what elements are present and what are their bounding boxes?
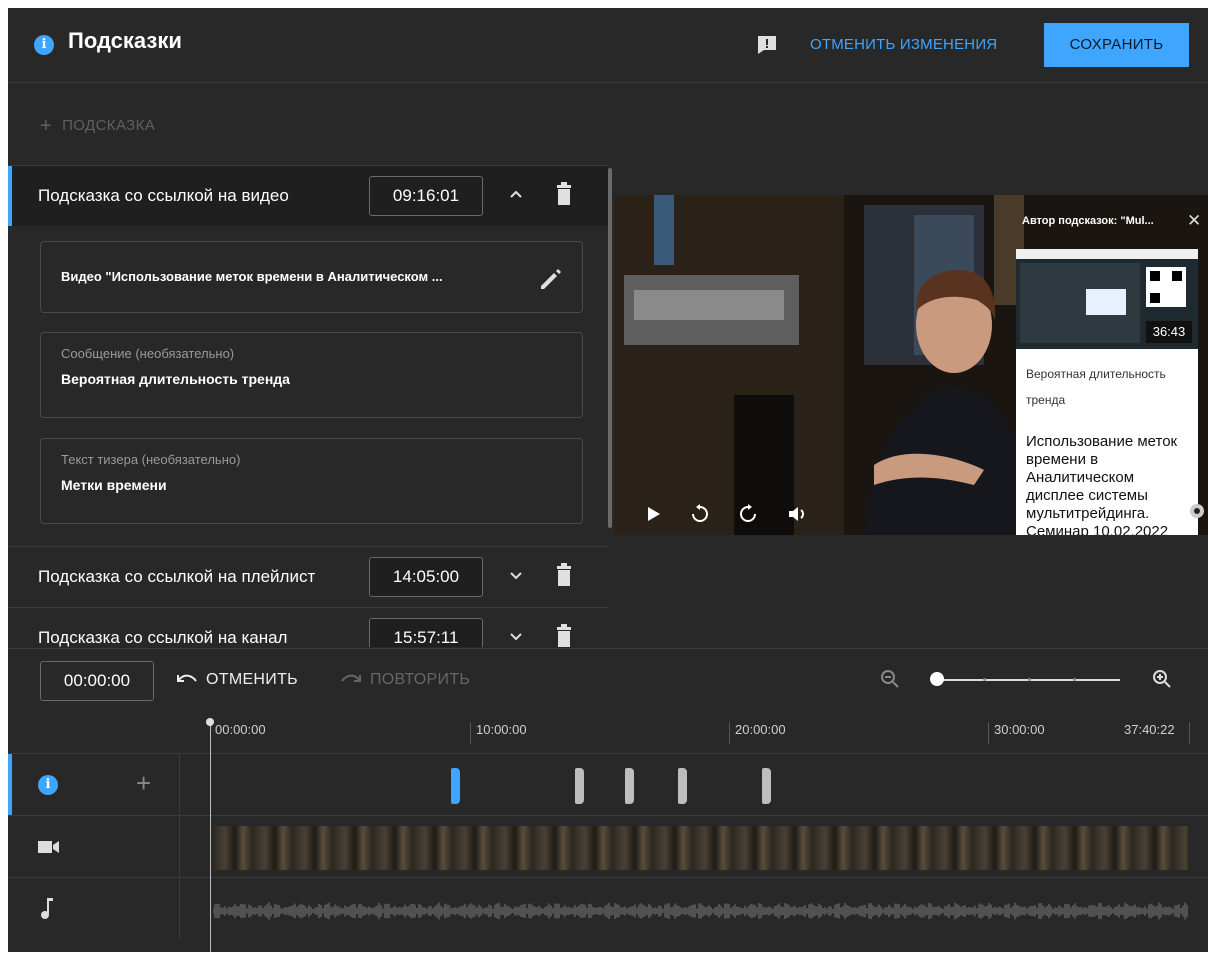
video-preview-panel: Автор подсказок: "Mul... ✕ 36:43 Вероятн… xyxy=(614,83,1208,647)
cards-list-panel: + ПОДСКАЗКА Подсказка со ссылкой на видео… xyxy=(8,83,613,647)
save-button[interactable]: СОХРАНИТЬ xyxy=(1044,23,1189,67)
video-track-label xyxy=(8,816,180,878)
card-marker[interactable] xyxy=(625,768,634,804)
timeline-toolbar: 00:00:00 ОТМЕНИТЬ ПОВТОРИТЬ xyxy=(8,648,1208,709)
add-card-label: ПОДСКАЗКА xyxy=(62,117,156,134)
chevron-down-icon[interactable] xyxy=(506,565,526,585)
teaser-field[interactable]: Текст тизера (необязательно) Метки време… xyxy=(40,438,583,524)
add-card-button[interactable]: + ПОДСКАЗКА xyxy=(40,115,155,138)
card-teaser-overlay[interactable]: Автор подсказок: "Mul... ✕ 36:43 Вероятн… xyxy=(1014,195,1208,535)
message-value: Вероятная длительность тренда xyxy=(61,371,290,387)
cards-track: i + xyxy=(8,753,1208,816)
card-title: Подсказка со ссылкой на плейлист xyxy=(38,567,316,586)
card-time-input[interactable]: 14:05:00 xyxy=(369,557,483,597)
tick-label: 10:00:00 xyxy=(476,722,527,737)
current-time-input[interactable]: 00:00:00 xyxy=(40,661,154,701)
card-marker[interactable] xyxy=(678,768,687,804)
trash-icon[interactable] xyxy=(556,563,572,587)
pencil-icon[interactable] xyxy=(538,266,564,292)
tick-label: 20:00:00 xyxy=(735,722,786,737)
undo-label: ОТМЕНИТЬ xyxy=(206,671,298,688)
add-card-plus-icon[interactable]: + xyxy=(136,768,151,799)
card-marker[interactable] xyxy=(762,768,771,804)
tick-line xyxy=(988,722,989,744)
card-video-header[interactable]: Подсказка со ссылкой на видео 09:16:01 xyxy=(8,165,608,226)
zoom-out-icon[interactable] xyxy=(880,669,900,689)
card-time-input[interactable]: 15:57:11 xyxy=(369,618,483,647)
volume-icon[interactable] xyxy=(786,503,808,525)
page-title: Подсказки xyxy=(68,28,182,53)
undo-button[interactable]: ОТМЕНИТЬ xyxy=(176,671,298,689)
audio-waveform[interactable] xyxy=(213,896,1188,926)
undo-icon xyxy=(177,674,197,682)
message-field[interactable]: Сообщение (необязательно) Вероятная длит… xyxy=(40,332,583,418)
cards-track-label: i + xyxy=(8,754,180,816)
tick-label: 37:40:22 xyxy=(1124,722,1175,737)
teaser-label: Текст тизера (необязательно) xyxy=(61,452,241,467)
message-label: Сообщение (необязательно) xyxy=(61,346,235,361)
chevron-down-icon[interactable] xyxy=(506,626,526,646)
discard-changes-button[interactable]: ОТМЕНИТЬ ИЗМЕНЕНИЯ xyxy=(810,36,997,53)
cards-editor: i Подсказки ОТМЕНИТЬ ИЗМЕНЕНИЯ СОХРАНИТЬ… xyxy=(8,8,1208,952)
chevron-up-icon[interactable] xyxy=(506,184,526,204)
card-title: Подсказка со ссылкой на канал xyxy=(38,628,288,647)
video-filmstrip[interactable] xyxy=(213,826,1188,870)
card-marker[interactable] xyxy=(451,768,460,804)
play-icon[interactable] xyxy=(642,503,664,525)
tick-line xyxy=(729,722,730,744)
forward-10-icon[interactable] xyxy=(737,503,759,525)
tick-label: 00:00:00 xyxy=(215,722,266,737)
card-info[interactable]: Вероятная длительность тренда Использова… xyxy=(1016,349,1198,535)
zoom-step xyxy=(1028,678,1031,681)
timeline-ruler[interactable]: 00:00:00 10:00:00 20:00:00 30:00:00 37:4… xyxy=(8,708,1208,754)
video-player[interactable]: Автор подсказок: "Mul... ✕ 36:43 Вероятн… xyxy=(614,195,1208,535)
info-icon: i xyxy=(38,775,58,795)
zoom-in-icon[interactable] xyxy=(1152,669,1172,689)
card-channel-header[interactable]: Подсказка со ссылкой на канал 15:57:11 xyxy=(8,607,608,647)
video-track xyxy=(8,815,1208,878)
header: i Подсказки ОТМЕНИТЬ ИЗМЕНЕНИЯ СОХРАНИТЬ xyxy=(8,8,1208,83)
video-value: Видео "Использование меток времени в Ана… xyxy=(61,269,443,284)
tick-line xyxy=(470,722,471,744)
card-video-title: Использование меток времени в Аналитичес… xyxy=(1026,433,1178,535)
card-marker[interactable] xyxy=(575,768,584,804)
teaser-value: Метки времени xyxy=(61,477,167,493)
card-title: Подсказка со ссылкой на видео xyxy=(38,186,289,205)
playhead[interactable] xyxy=(210,722,211,952)
card-video-body: Видео "Использование меток времени в Ана… xyxy=(8,226,608,546)
close-icon[interactable]: ✕ xyxy=(1187,211,1201,231)
playhead-handle[interactable] xyxy=(206,718,214,726)
card-message: Вероятная длительность тренда xyxy=(1026,367,1166,407)
info-icon: i xyxy=(34,35,54,55)
card-playlist-header[interactable]: Подсказка со ссылкой на плейлист 14:05:0… xyxy=(8,546,608,607)
thumbnail-duration: 36:43 xyxy=(1146,321,1192,343)
trash-icon[interactable] xyxy=(556,182,572,206)
rewind-10-icon[interactable] xyxy=(689,503,711,525)
audio-track xyxy=(8,877,1208,940)
camera-icon xyxy=(38,841,59,853)
redo-button[interactable]: ПОВТОРИТЬ xyxy=(340,671,470,689)
card-time-input[interactable]: 09:16:01 xyxy=(369,176,483,216)
active-accent xyxy=(8,166,12,226)
tick-label: 30:00:00 xyxy=(994,722,1045,737)
card-thumbnail[interactable]: 36:43 xyxy=(1016,249,1198,349)
video-select-field[interactable]: Видео "Использование меток времени в Ана… xyxy=(40,241,583,313)
music-note-icon xyxy=(41,898,53,919)
scrollbar[interactable] xyxy=(608,168,612,528)
tick-line xyxy=(1189,722,1190,744)
waveform-path xyxy=(213,902,1188,920)
plus-icon: + xyxy=(40,115,53,137)
redo-icon xyxy=(341,674,361,682)
trash-icon[interactable] xyxy=(556,624,572,647)
gear-icon[interactable] xyxy=(1186,500,1208,522)
zoom-step xyxy=(983,678,986,681)
redo-label: ПОВТОРИТЬ xyxy=(370,671,471,688)
card-author-text: Автор подсказок: "Mul... xyxy=(1022,215,1154,227)
zoom-step xyxy=(1073,678,1076,681)
zoom-slider-knob[interactable] xyxy=(930,672,944,686)
audio-track-label xyxy=(8,878,180,940)
feedback-icon[interactable] xyxy=(756,35,778,55)
